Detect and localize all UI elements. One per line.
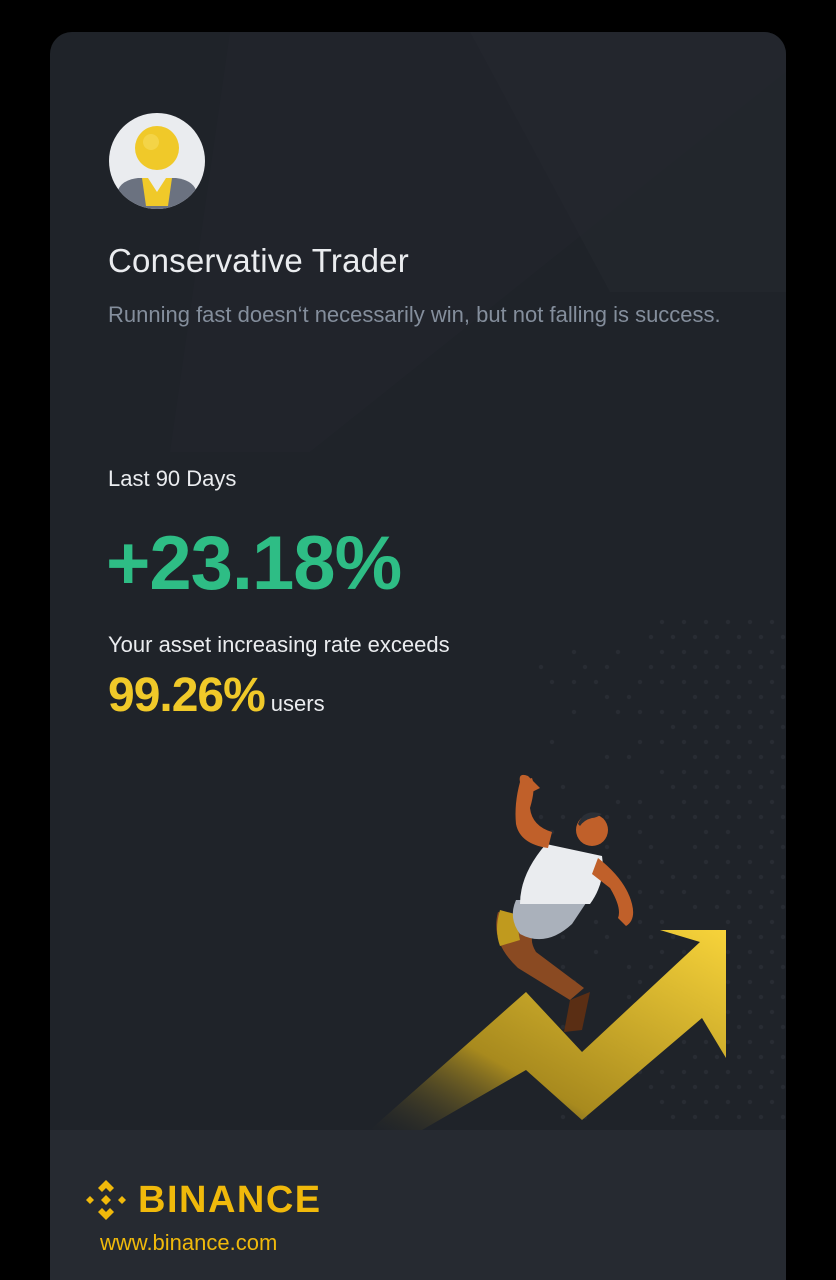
rank-value: 99.26% bbox=[108, 668, 265, 723]
page-title: Conservative Trader bbox=[108, 242, 409, 280]
footer-bar: BINANCE www.binance.com bbox=[50, 1130, 786, 1280]
brand-row[interactable]: BINANCE bbox=[82, 1176, 322, 1224]
trader-avatar-icon bbox=[108, 112, 206, 210]
binance-logo-icon bbox=[82, 1176, 130, 1224]
brand-name: BINANCE bbox=[138, 1179, 322, 1222]
share-card: Conservative Trader Running fast doesn‘t… bbox=[50, 32, 786, 1280]
rank-row: 99.26% users bbox=[108, 668, 325, 723]
period-label: Last 90 Days bbox=[108, 466, 236, 492]
pnl-percent: +23.18% bbox=[106, 520, 401, 607]
climbing-trader-illustration bbox=[370, 612, 786, 1130]
subtitle-text: Running fast doesn‘t necessarily win, bu… bbox=[108, 298, 728, 332]
rank-unit: users bbox=[271, 691, 325, 717]
brand-url-link[interactable]: www.binance.com bbox=[100, 1230, 277, 1256]
